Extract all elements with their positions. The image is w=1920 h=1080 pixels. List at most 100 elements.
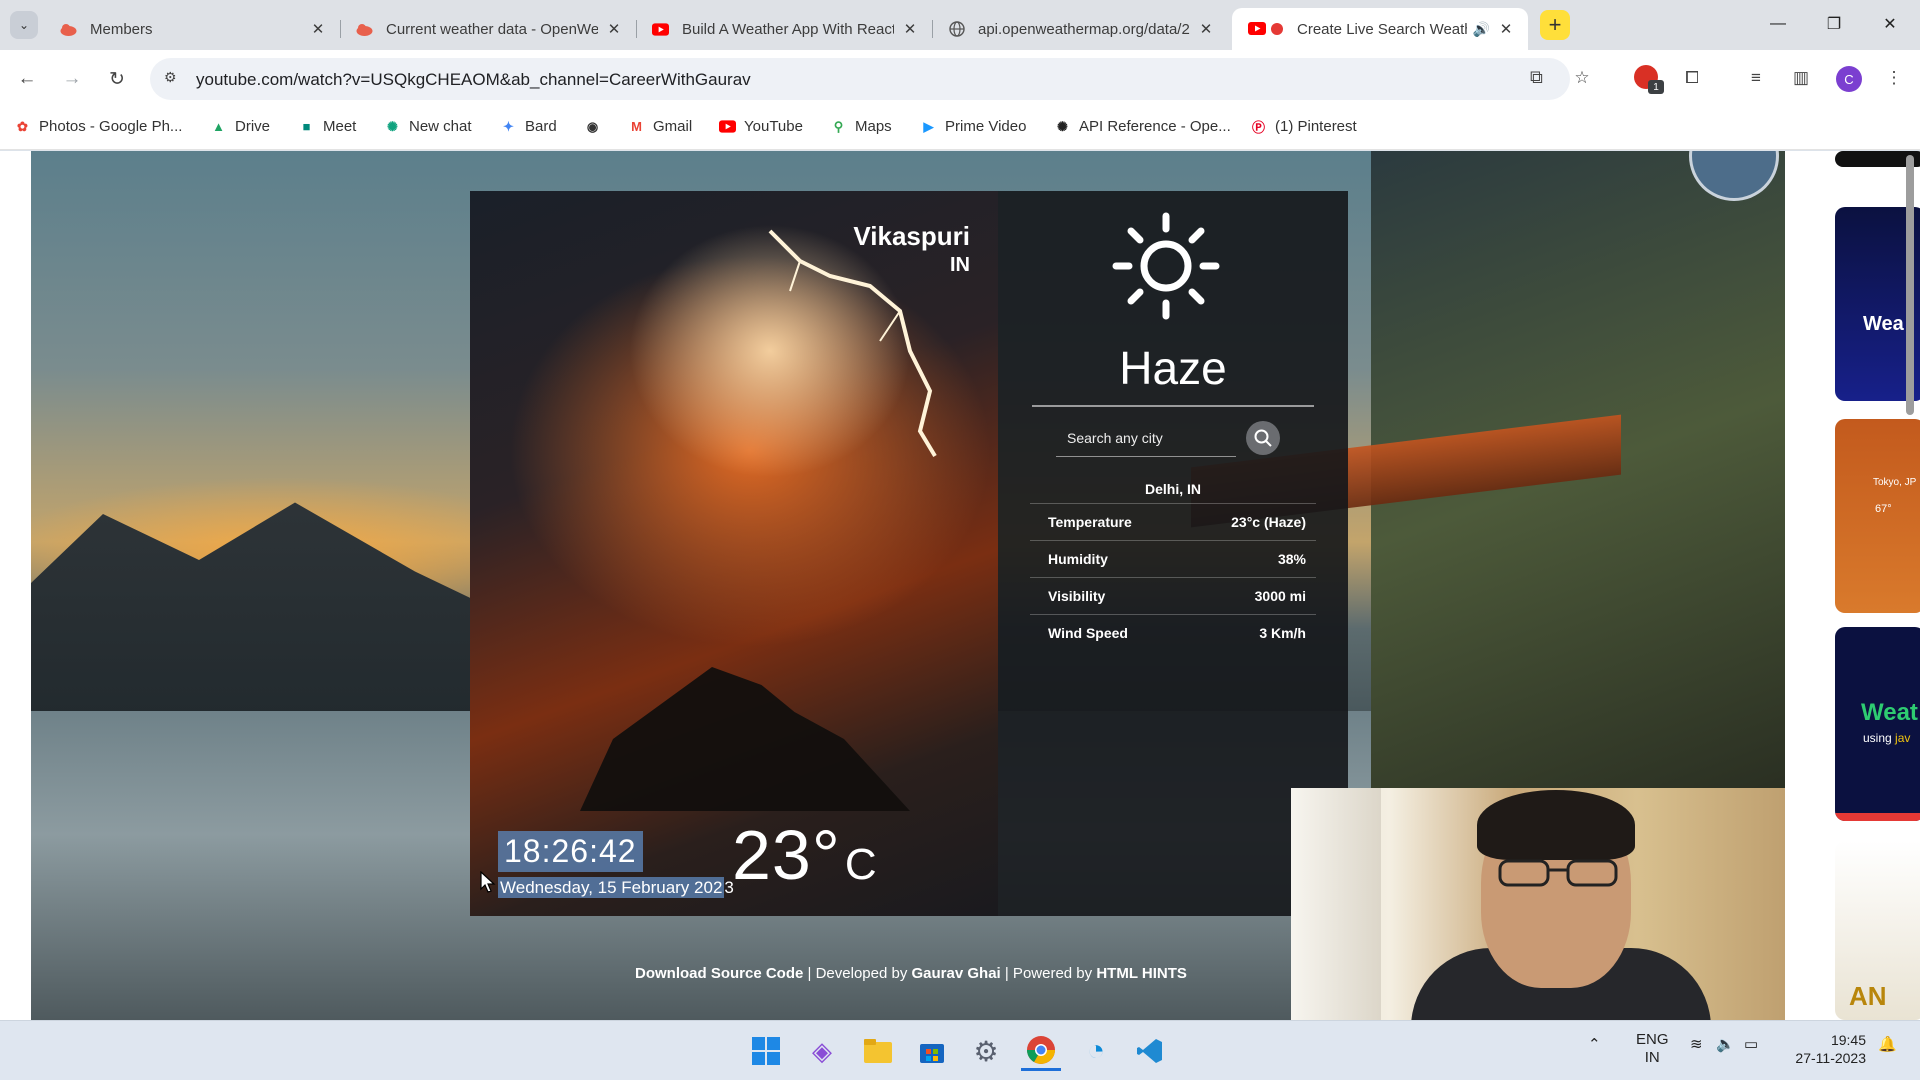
tab-search-button[interactable]: ⌄ bbox=[10, 11, 38, 39]
youtube-icon bbox=[719, 118, 736, 135]
bookmark-new-chat[interactable]: ✺ New chat bbox=[384, 118, 472, 135]
bookmark-pinterest[interactable]: Ⓟ (1) Pinterest bbox=[1250, 118, 1357, 135]
extensions-puzzle-icon[interactable]: ⧠ bbox=[1678, 64, 1706, 92]
tab-create-live-search[interactable]: Create Live Search Weather App 🔊 ✕ bbox=[1232, 8, 1528, 50]
windows-taskbar: ◈ ⚙ ◔ ⌃ ENG IN ≋ 🔈 ▭ 19:45 27-11-2023 🔔 bbox=[0, 1020, 1920, 1080]
tab-api-openweathermap[interactable]: api.openweathermap.org/data/2.5 ✕ bbox=[932, 8, 1228, 50]
tab-members[interactable]: Members ✕ bbox=[44, 8, 341, 50]
volume-icon[interactable]: 🔈 bbox=[1716, 1035, 1735, 1053]
store-button[interactable] bbox=[912, 1031, 952, 1071]
speaker-icon[interactable]: 🔊 bbox=[1473, 21, 1490, 38]
bookmark-label: New chat bbox=[409, 118, 472, 135]
big-temperature: 23°C bbox=[732, 815, 878, 895]
related-thumbnail[interactable]: Weat using jav bbox=[1835, 627, 1920, 821]
clock-block: 18:26:42 Wednesday, 15 February 202 3 bbox=[498, 831, 734, 898]
bookmark-api-reference[interactable]: ✺ API Reference - Ope... bbox=[1054, 118, 1231, 135]
bookmark-bard[interactable]: ✦ Bard bbox=[500, 118, 557, 135]
chrome-taskbar-button[interactable] bbox=[1021, 1031, 1061, 1071]
stat-label: Temperature bbox=[1048, 514, 1132, 530]
bard-sparkle-icon: ✦ bbox=[503, 118, 514, 134]
region-code: IN bbox=[1644, 1049, 1660, 1066]
reload-icon: ↻ bbox=[109, 68, 125, 90]
weather-condition: Haze bbox=[1119, 342, 1227, 394]
tab-strip: ⌄ Members ✕ Current weather data - OpenW… bbox=[0, 0, 1920, 50]
vscode-button[interactable] bbox=[1130, 1031, 1170, 1071]
bookmark-youtube[interactable]: YouTube bbox=[719, 118, 803, 135]
tab-openweather[interactable]: Current weather data - OpenWeather ✕ bbox=[340, 8, 637, 50]
current-time: 18:26:42 bbox=[498, 831, 643, 872]
weather-stats: Temperature 23°c (Haze) Humidity 38% Visib… bbox=[1030, 503, 1316, 651]
bookmark-label: Gmail bbox=[653, 118, 693, 135]
bookmark-star-icon[interactable]: ☆ bbox=[1568, 64, 1596, 92]
watched-progress-bar bbox=[1835, 813, 1920, 821]
weather-image-panel: Vikaspuri IN 18:26:42 Wednesday, 15 Febr… bbox=[470, 191, 998, 916]
tab-build-weather-app[interactable]: Build A Weather App With React ✕ bbox=[636, 8, 933, 50]
bookmark-gmail[interactable]: M Gmail bbox=[628, 118, 692, 135]
address-bar[interactable]: ⚙ youtube.com/watch?v=USQkgCHEAOM&ab_cha… bbox=[150, 58, 1570, 100]
site-settings-icon[interactable]: ⚙ bbox=[164, 69, 177, 86]
media-controls-icon[interactable]: ≡ bbox=[1742, 64, 1770, 92]
bookmark-google-photos[interactable]: ✿ Photos - Google Ph... bbox=[14, 118, 182, 135]
system-clock[interactable]: 19:45 27-11-2023 bbox=[1786, 1031, 1866, 1067]
open-in-app-icon[interactable]: ⧉ bbox=[1530, 67, 1543, 88]
related-thumbnail[interactable]: Tokyo, JP 67° bbox=[1835, 419, 1920, 613]
notification-bell-icon[interactable]: 🔔 bbox=[1878, 1035, 1897, 1053]
youtube-icon bbox=[652, 21, 669, 38]
bookmark-globe[interactable]: ◉ bbox=[584, 118, 609, 135]
close-icon[interactable]: ✕ bbox=[902, 20, 918, 38]
forward-button[interactable]: → bbox=[55, 62, 89, 96]
url-text[interactable]: youtube.com/watch?v=USQkgCHEAOM&ab_chann… bbox=[196, 70, 751, 90]
profile-avatar[interactable]: C bbox=[1836, 66, 1862, 92]
new-tab-button[interactable]: + bbox=[1540, 10, 1570, 40]
bookmark-prime-video[interactable]: ▶ Prime Video bbox=[920, 118, 1027, 135]
chevron-down-icon: ⌄ bbox=[18, 18, 30, 32]
download-link[interactable]: Download Source Code bbox=[635, 965, 803, 982]
bookmark-label: Drive bbox=[235, 118, 271, 135]
video-player[interactable]: Vikaspuri IN 18:26:42 Wednesday, 15 Febr… bbox=[31, 151, 1785, 1020]
related-videos: Wea Tokyo, JP 67° Weat using jav AN bbox=[1785, 151, 1920, 1020]
bookmark-meet[interactable]: ■ Meet bbox=[298, 118, 357, 135]
show-hidden-icons[interactable]: ⌃ bbox=[1588, 1035, 1601, 1053]
country-code: IN bbox=[950, 254, 970, 276]
close-icon[interactable]: ✕ bbox=[310, 20, 326, 38]
close-icon[interactable]: ✕ bbox=[1498, 20, 1514, 38]
windows-logo-icon bbox=[752, 1037, 780, 1065]
scrollbar[interactable] bbox=[1906, 155, 1914, 415]
youtube-page: Vikaspuri IN 18:26:42 Wednesday, 15 Febr… bbox=[0, 151, 1920, 1020]
youtube-icon bbox=[1248, 21, 1284, 38]
side-panel-icon[interactable]: ▥ bbox=[1787, 64, 1815, 92]
clock-time: 19:45 bbox=[1830, 1032, 1866, 1048]
city-block: Vikaspuri IN bbox=[853, 221, 970, 277]
close-icon[interactable]: ✕ bbox=[606, 20, 622, 38]
wifi-icon[interactable]: ≋ bbox=[1690, 1035, 1703, 1053]
restore-button[interactable]: ❐ bbox=[1814, 8, 1854, 40]
drive-icon: ▲ bbox=[212, 119, 225, 134]
settings-button[interactable]: ⚙ bbox=[966, 1031, 1006, 1071]
bookmark-maps[interactable]: ⚲ Maps bbox=[830, 118, 892, 135]
edge-button[interactable]: ◔ bbox=[1076, 1031, 1116, 1071]
reload-button[interactable]: ↻ bbox=[100, 62, 134, 96]
globe-icon bbox=[948, 21, 965, 38]
input-language[interactable]: ENG IN bbox=[1636, 1031, 1669, 1067]
gmail-icon: M bbox=[631, 119, 642, 134]
menu-kebab-icon[interactable]: ⋮ bbox=[1880, 64, 1908, 92]
close-window-button[interactable]: ✕ bbox=[1870, 8, 1910, 40]
back-button[interactable]: ← bbox=[10, 62, 44, 96]
bookmark-drive[interactable]: ▲ Drive bbox=[210, 118, 270, 135]
google-photos-icon: ✿ bbox=[17, 118, 28, 134]
arrow-right-icon: → bbox=[62, 68, 82, 89]
stat-label: Visibility bbox=[1048, 588, 1106, 604]
island-silhouette bbox=[580, 667, 910, 811]
city-search-input[interactable]: Search any city bbox=[1056, 421, 1236, 457]
search-button[interactable] bbox=[1246, 421, 1280, 455]
powered-link[interactable]: HTML HINTS bbox=[1096, 965, 1187, 982]
author-link[interactable]: Gaurav Ghai bbox=[912, 965, 1001, 982]
start-button[interactable] bbox=[746, 1031, 786, 1071]
copilot-button[interactable]: ◈ bbox=[802, 1031, 842, 1071]
close-icon[interactable]: ✕ bbox=[1198, 20, 1214, 38]
battery-icon[interactable]: ▭ bbox=[1744, 1035, 1758, 1053]
related-thumbnail[interactable]: AN bbox=[1835, 841, 1920, 1020]
file-explorer-button[interactable] bbox=[858, 1031, 898, 1071]
mouse-cursor-icon bbox=[480, 871, 496, 893]
minimize-button[interactable]: — bbox=[1758, 8, 1798, 40]
